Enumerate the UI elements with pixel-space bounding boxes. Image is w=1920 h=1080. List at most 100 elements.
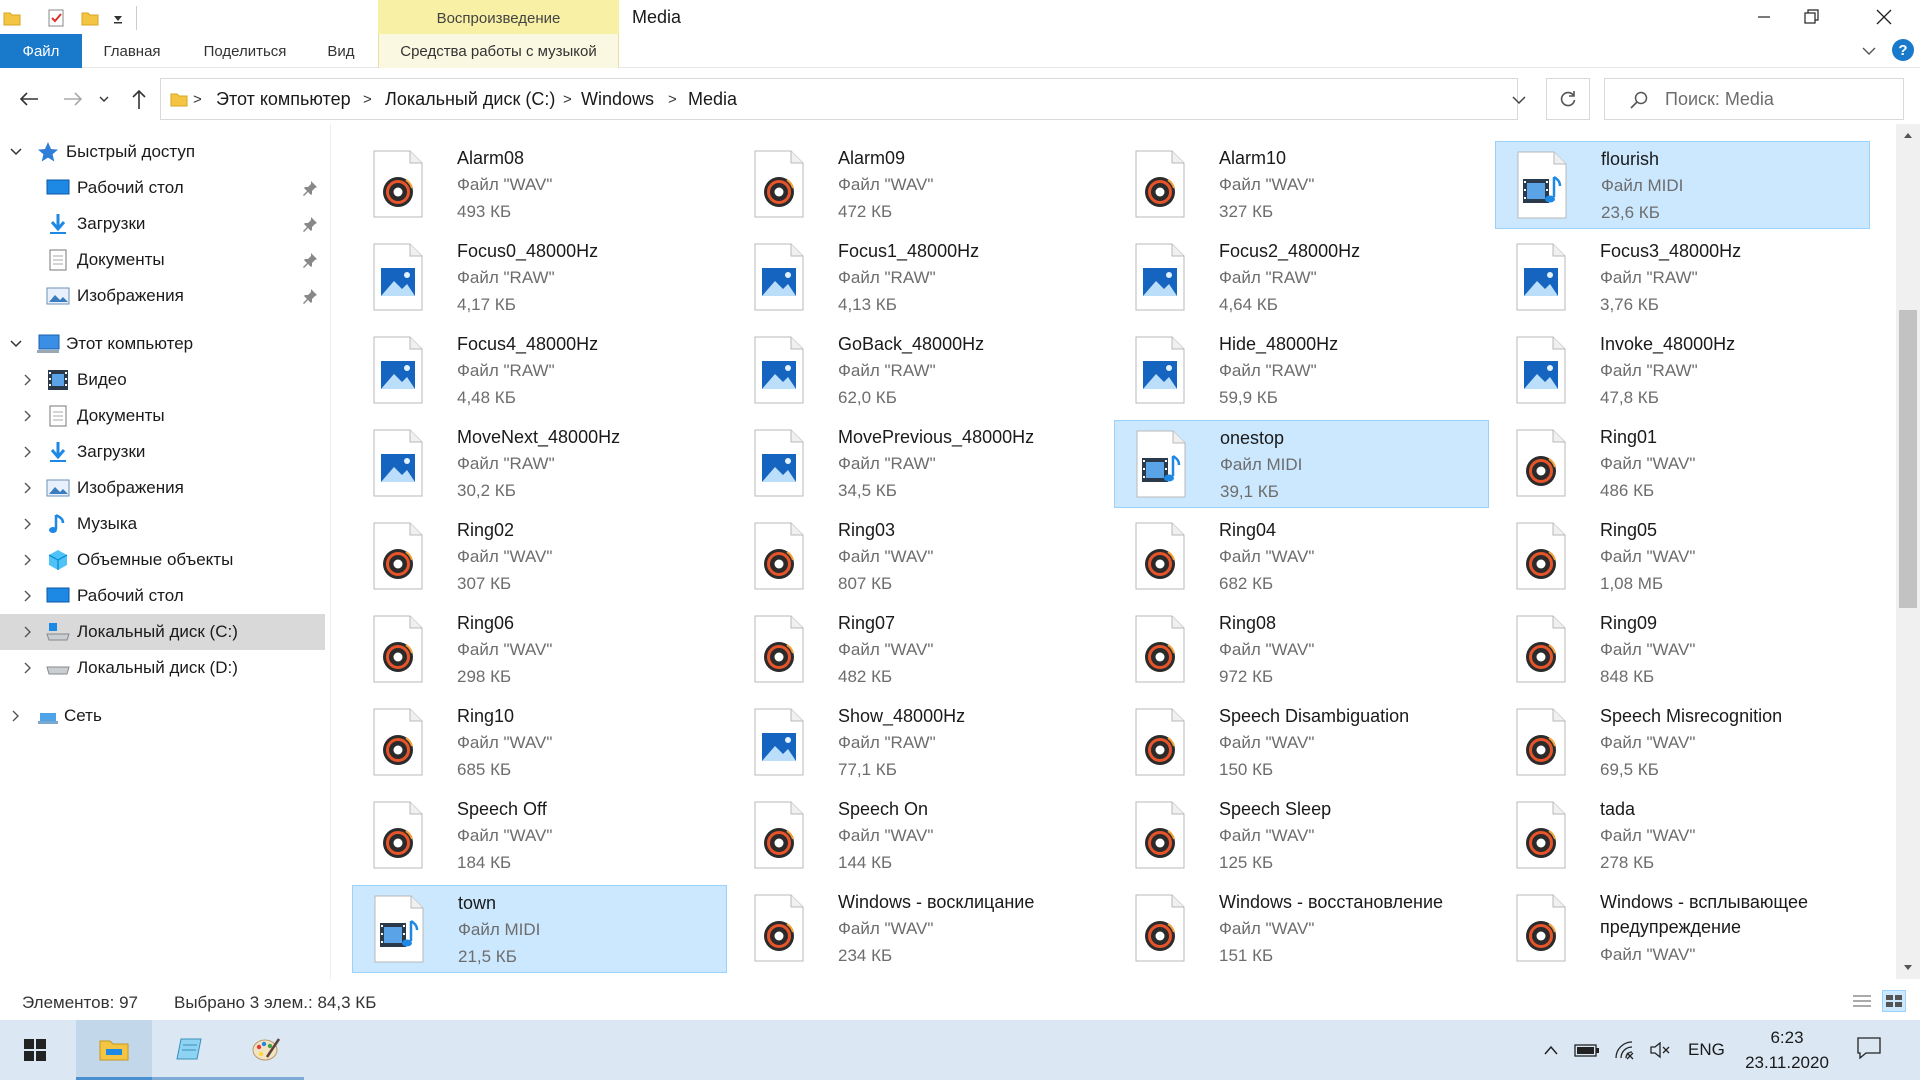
action-center-button[interactable]: [1856, 1036, 1882, 1060]
search-input[interactable]: [1665, 87, 1895, 111]
chevron-right-icon[interactable]: [20, 516, 36, 532]
file-tile[interactable]: Windows - восклицание Файл "WAV" 234 КБ: [733, 885, 1108, 973]
sidebar-item-quick-access[interactable]: Быстрый доступ: [0, 134, 325, 170]
new-folder-icon[interactable]: [80, 8, 100, 28]
file-tile[interactable]: Invoke_48000Hz Файл "RAW" 47,8 КБ: [1495, 327, 1870, 415]
taskbar-file-explorer[interactable]: [76, 1020, 152, 1080]
sidebar-item-this-pc[interactable]: Этот компьютер: [0, 326, 325, 362]
scroll-up-button[interactable]: [1896, 124, 1920, 146]
file-tile[interactable]: Ring08 Файл "WAV" 972 КБ: [1114, 606, 1489, 694]
file-tile[interactable]: Speech Sleep Файл "WAV" 125 КБ: [1114, 792, 1489, 880]
pin-icon[interactable]: [302, 252, 318, 268]
sidebar-item-pc-desktop[interactable]: Рабочий стол: [0, 578, 325, 614]
volume-button[interactable]: [1648, 1038, 1674, 1062]
sidebar-item-music[interactable]: Музыка: [0, 506, 325, 542]
file-tile[interactable]: Hide_48000Hz Файл "RAW" 59,9 КБ: [1114, 327, 1489, 415]
details-view-button[interactable]: [1850, 990, 1874, 1012]
chevron-down-icon[interactable]: [8, 336, 24, 352]
taskbar-paint[interactable]: [228, 1020, 304, 1080]
pin-icon[interactable]: [302, 216, 318, 232]
file-tile[interactable]: Speech Misrecognition Файл "WAV" 69,5 КБ: [1495, 699, 1870, 787]
file-tile[interactable]: Ring06 Файл "WAV" 298 КБ: [352, 606, 727, 694]
customize-qat-icon[interactable]: [108, 8, 128, 28]
breadcrumb-media[interactable]: Media: [688, 89, 737, 110]
sidebar-item-videos[interactable]: Видео: [0, 362, 325, 398]
file-tile[interactable]: Ring09 Файл "WAV" 848 КБ: [1495, 606, 1870, 694]
properties-icon[interactable]: [46, 8, 66, 28]
tab-view[interactable]: Вид: [316, 34, 366, 68]
chevron-right-icon[interactable]: [20, 372, 36, 388]
start-button[interactable]: [0, 1020, 70, 1080]
network-button[interactable]: [1612, 1038, 1638, 1062]
tab-file[interactable]: Файл: [0, 34, 82, 68]
chevron-right-icon[interactable]: [20, 408, 36, 424]
pin-icon[interactable]: [302, 180, 318, 196]
file-tile[interactable]: Ring10 Файл "WAV" 685 КБ: [352, 699, 727, 787]
file-tile[interactable]: flourish Файл MIDI 23,6 КБ: [1495, 141, 1870, 229]
tab-home[interactable]: Главная: [92, 34, 172, 68]
address-bar[interactable]: > Этот компьютер > Локальный диск (C:) >…: [160, 78, 1526, 120]
file-tile[interactable]: Windows - восстановление Файл "WAV" 151 КБ: [1114, 885, 1489, 973]
breadcrumb-windows[interactable]: Windows: [581, 89, 654, 110]
chevron-down-icon[interactable]: [8, 144, 24, 160]
folder-icon[interactable]: [2, 8, 22, 28]
chevron-right-icon[interactable]: [20, 552, 36, 568]
sidebar-item-pc-downloads[interactable]: Загрузки: [0, 434, 325, 470]
file-tile[interactable]: Focus1_48000Hz Файл "RAW" 4,13 КБ: [733, 234, 1108, 322]
file-tile[interactable]: town Файл MIDI 21,5 КБ: [352, 885, 727, 973]
back-button[interactable]: [14, 84, 44, 114]
show-hidden-icons-button[interactable]: [1538, 1038, 1564, 1062]
breadcrumb-separator[interactable]: >: [193, 91, 202, 108]
file-tile[interactable]: Ring04 Файл "WAV" 682 КБ: [1114, 513, 1489, 601]
file-tile[interactable]: Ring01 Файл "WAV" 486 КБ: [1495, 420, 1870, 508]
ribbon-expand-button[interactable]: [1860, 42, 1878, 65]
file-tile[interactable]: Ring07 Файл "WAV" 482 КБ: [733, 606, 1108, 694]
chevron-right-icon[interactable]: [8, 708, 24, 724]
chevron-right-icon[interactable]: [20, 444, 36, 460]
search-box[interactable]: [1604, 78, 1904, 120]
file-tile[interactable]: Alarm08 Файл "WAV" 493 КБ: [352, 141, 727, 229]
file-tile[interactable]: Ring03 Файл "WAV" 807 КБ: [733, 513, 1108, 601]
tab-share[interactable]: Поделиться: [192, 34, 298, 68]
file-tile[interactable]: Speech Disambiguation Файл "WAV" 150 КБ: [1114, 699, 1489, 787]
file-tile[interactable]: Ring02 Файл "WAV" 307 КБ: [352, 513, 727, 601]
input-language-indicator[interactable]: ENG: [1688, 1040, 1725, 1060]
file-tile[interactable]: Speech On Файл "WAV" 144 КБ: [733, 792, 1108, 880]
restore-button[interactable]: [1784, 0, 1840, 34]
sidebar-item-pc-pictures[interactable]: Изображения: [0, 470, 325, 506]
file-tile[interactable]: Alarm10 Файл "WAV" 327 КБ: [1114, 141, 1489, 229]
tab-music-tools[interactable]: Средства работы с музыкой: [378, 34, 619, 68]
refresh-button[interactable]: [1546, 78, 1590, 120]
vertical-scrollbar[interactable]: [1896, 124, 1920, 979]
battery-button[interactable]: [1574, 1038, 1600, 1062]
file-tile[interactable]: Focus2_48000Hz Файл "RAW" 4,64 КБ: [1114, 234, 1489, 322]
scroll-down-button[interactable]: [1896, 957, 1920, 979]
help-button[interactable]: ?: [1892, 39, 1914, 61]
chevron-right-icon[interactable]: [20, 660, 36, 676]
file-tile[interactable]: Alarm09 Файл "WAV" 472 КБ: [733, 141, 1108, 229]
file-tile[interactable]: Focus3_48000Hz Файл "RAW" 3,76 КБ: [1495, 234, 1870, 322]
file-tile[interactable]: Show_48000Hz Файл "RAW" 77,1 КБ: [733, 699, 1108, 787]
taskbar-notepad[interactable]: [152, 1020, 228, 1080]
file-tile[interactable]: tada Файл "WAV" 278 КБ: [1495, 792, 1870, 880]
breadcrumb-separator[interactable]: >: [563, 91, 572, 108]
breadcrumb-this-pc[interactable]: Этот компьютер: [216, 89, 351, 110]
sidebar-item-network[interactable]: Сеть: [0, 698, 325, 734]
sidebar-item-desktop[interactable]: Рабочий стол: [0, 170, 325, 206]
file-tile[interactable]: Focus0_48000Hz Файл "RAW" 4,17 КБ: [352, 234, 727, 322]
sidebar-item-3d-objects[interactable]: Объемные объекты: [0, 542, 325, 578]
sidebar-item-local-disk-d[interactable]: Локальный диск (D:): [0, 650, 325, 686]
file-tile[interactable]: Focus4_48000Hz Файл "RAW" 4,48 КБ: [352, 327, 727, 415]
up-button[interactable]: [124, 84, 154, 114]
close-button[interactable]: [1856, 0, 1912, 34]
sidebar-item-downloads[interactable]: Загрузки: [0, 206, 325, 242]
scroll-thumb[interactable]: [1899, 310, 1917, 608]
file-tile[interactable]: Windows - всплывающее предупреждение Файл…: [1495, 885, 1870, 973]
chevron-right-icon[interactable]: [20, 480, 36, 496]
file-tile[interactable]: onestop Файл MIDI 39,1 КБ: [1114, 420, 1489, 508]
breadcrumb-separator[interactable]: >: [668, 91, 677, 108]
sidebar-item-pc-documents[interactable]: Документы: [0, 398, 325, 434]
file-tile[interactable]: MovePrevious_48000Hz Файл "RAW" 34,5 КБ: [733, 420, 1108, 508]
file-tile[interactable]: Ring05 Файл "WAV" 1,08 МБ: [1495, 513, 1870, 601]
clock-time[interactable]: 6:23: [1732, 1028, 1842, 1048]
